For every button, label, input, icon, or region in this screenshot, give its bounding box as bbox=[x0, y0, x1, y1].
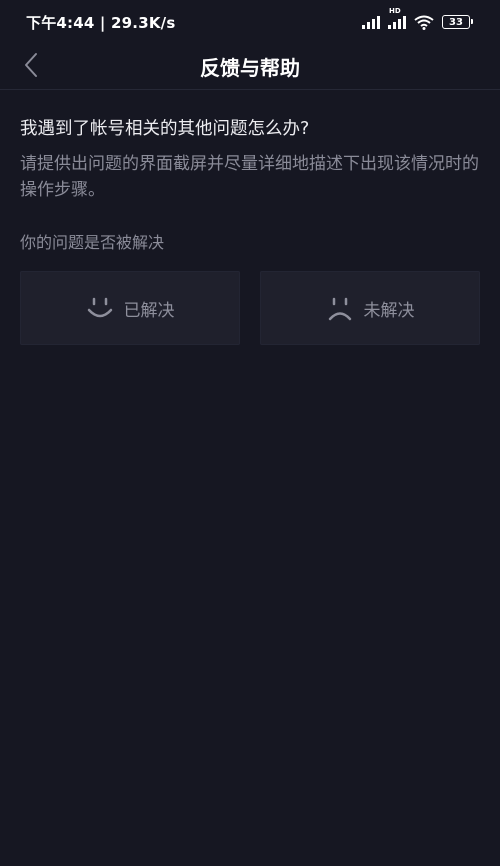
wifi-icon bbox=[414, 15, 434, 30]
article-content: 我遇到了帐号相关的其他问题怎么办? 请提供出问题的界面截屏并尽量详细地描述下出现… bbox=[20, 116, 480, 203]
status-icons: HD 33 bbox=[362, 7, 473, 30]
smile-icon bbox=[86, 294, 114, 322]
page-title: 反馈与帮助 bbox=[200, 56, 300, 80]
chevron-left-icon bbox=[24, 52, 38, 82]
question-title: 我遇到了帐号相关的其他问题怎么办? bbox=[20, 119, 310, 139]
back-button[interactable] bbox=[16, 50, 46, 84]
status-bar: 下午4:44 | 29.3K/s HD 33 bbox=[0, 0, 500, 44]
solved-button[interactable]: 已解决 bbox=[20, 271, 240, 345]
cell-signal-icon bbox=[362, 15, 380, 29]
unsolved-button[interactable]: 未解决 bbox=[260, 271, 480, 345]
status-time-speed: 下午4:44 | 29.3K/s bbox=[26, 13, 176, 32]
solved-label: 已解决 bbox=[123, 300, 175, 321]
answer-text: 请提供出问题的界面截屏并尽量详细地描述下出现该情况时的操作步骤。 bbox=[20, 154, 479, 200]
nav-bar: 反馈与帮助 bbox=[0, 44, 500, 90]
battery-icon: 33 bbox=[442, 15, 473, 29]
hd-badge: HD bbox=[389, 7, 401, 15]
cell-signal-hd-icon: HD bbox=[388, 7, 406, 29]
battery-level: 33 bbox=[449, 16, 463, 28]
unsolved-label: 未解决 bbox=[363, 300, 415, 321]
feedback-prompt: 你的问题是否被解决 bbox=[20, 233, 165, 252]
frown-icon bbox=[326, 294, 354, 322]
